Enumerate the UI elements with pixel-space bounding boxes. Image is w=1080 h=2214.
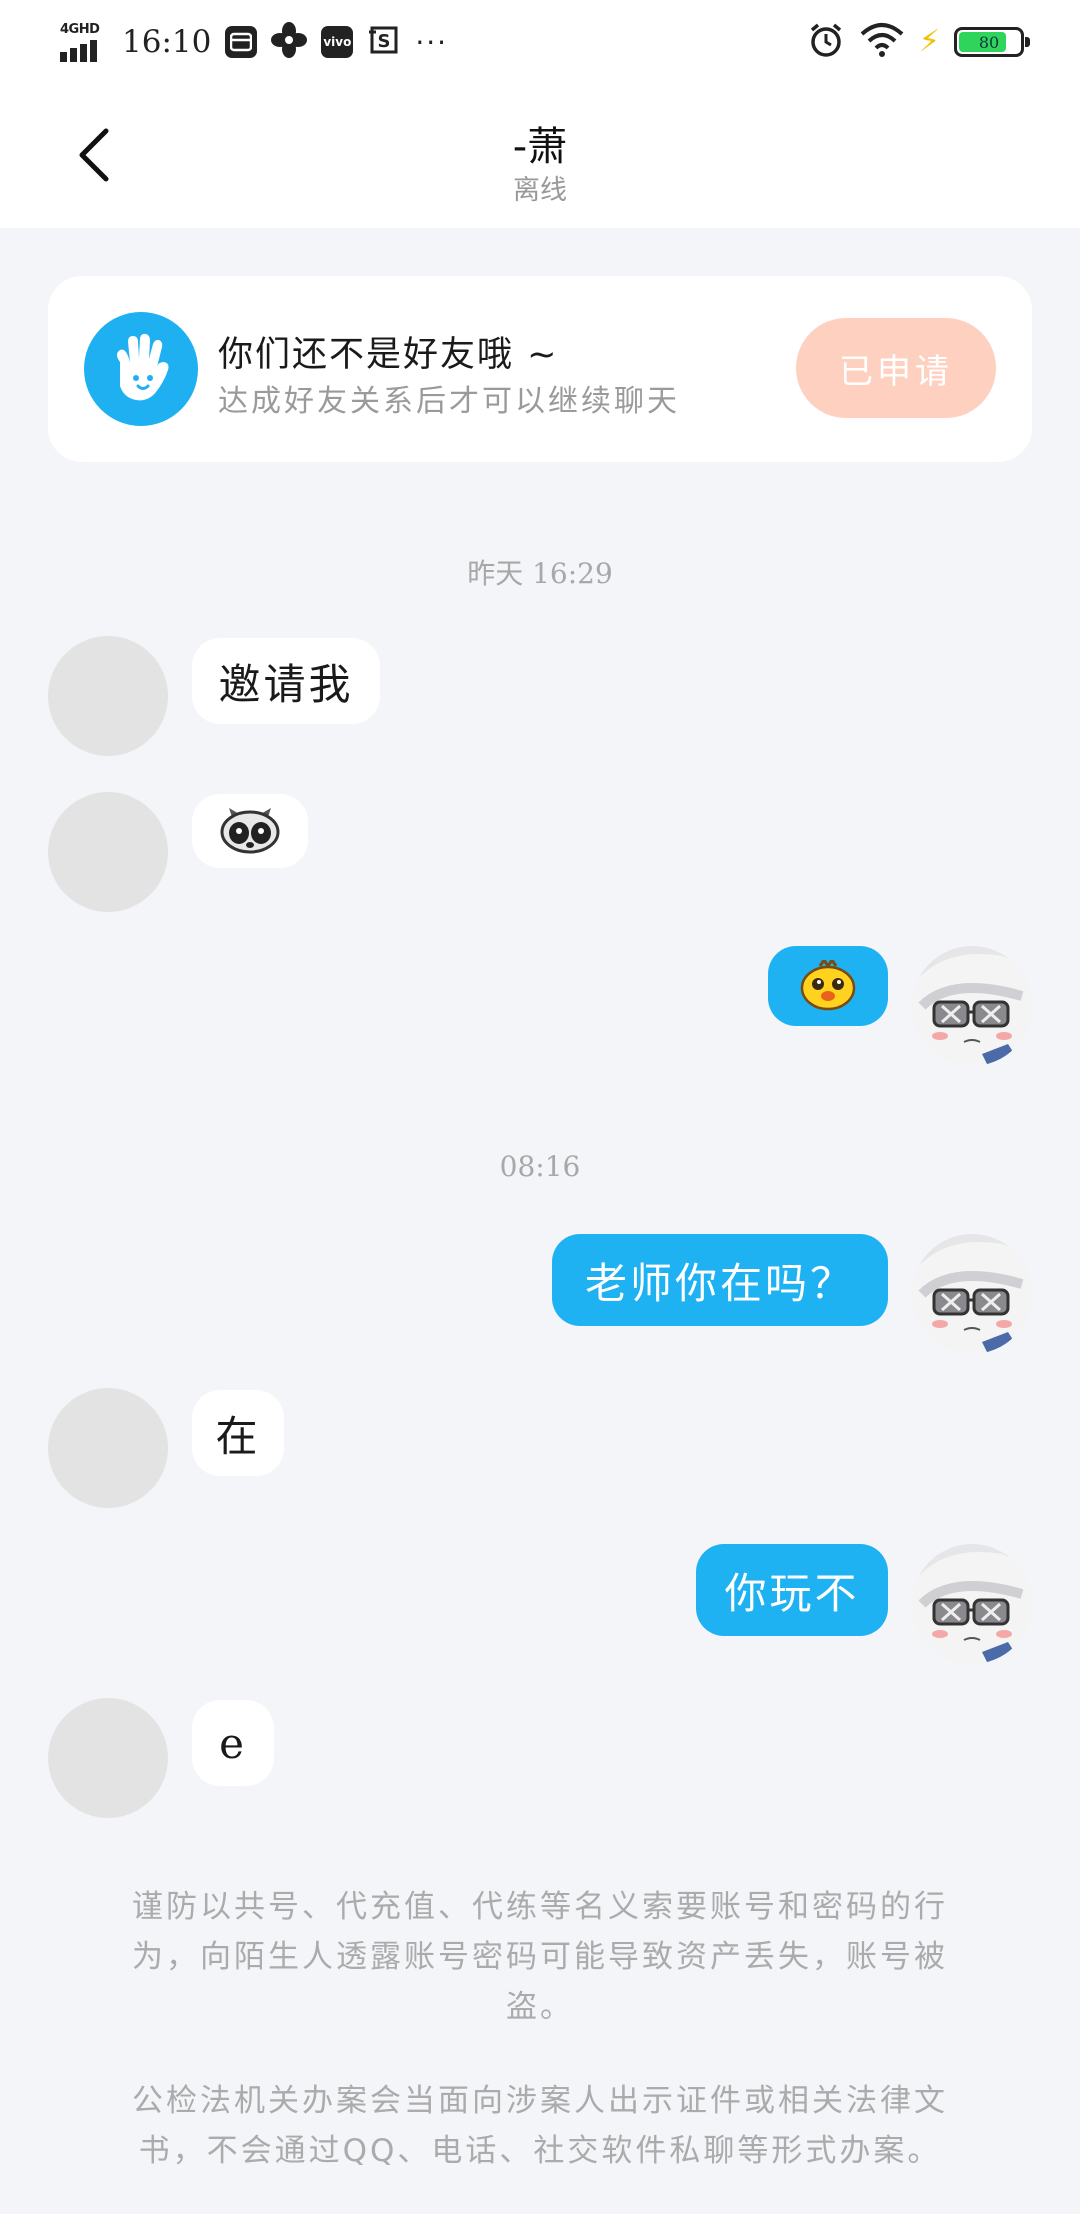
message-bubble-incoming[interactable]: 在 [192, 1390, 284, 1476]
message-bubble-incoming[interactable] [192, 794, 308, 868]
message-bubble-outgoing[interactable] [768, 946, 888, 1026]
my-avatar[interactable] [912, 946, 1032, 1066]
message-text: e [219, 1718, 247, 1768]
message-text: 老师你在吗？ [584, 1258, 855, 1308]
timestamp: 昨天 16:29 [467, 557, 613, 590]
charging-icon: ⚡ [918, 24, 940, 59]
security-warning: 谨防以共号、代充值、代练等名义索要账号和密码的行为，向陌生人透露账号密码可能导致… [132, 1889, 948, 2025]
contact-avatar[interactable] [48, 792, 168, 912]
legal-warning: 公检法机关办案会当面向涉案人出示证件或相关法律文书，不会通过QQ、电话、社交软件… [132, 2083, 948, 2169]
top-area: 4GHD 16:10 vivo S ··· ⚡ 80 -萧 离线 [0, 0, 1080, 228]
contact-avatar[interactable] [48, 1698, 168, 1818]
contact-status: 离线 [513, 175, 567, 206]
screenshot-app-icon: S [367, 23, 401, 61]
message-bubble-incoming[interactable]: 邀请我 [192, 638, 380, 724]
chat-header: -萧 离线 [0, 100, 1080, 228]
contact-avatar[interactable] [48, 636, 168, 756]
yellow-bird-emoji-icon [800, 960, 856, 1011]
raccoon-emoji-icon [220, 808, 280, 854]
notice-subtitle: 达成好友关系后才可以继续聊天 [218, 384, 680, 419]
more-notifications-icon: ··· [415, 25, 449, 59]
my-avatar[interactable] [912, 1234, 1032, 1354]
message-text: 你玩不 [724, 1568, 860, 1618]
contact-avatar[interactable] [48, 1388, 168, 1508]
battery-icon: 80 [954, 27, 1030, 57]
wifi-icon [859, 22, 905, 62]
signal-icon: 4GHD [60, 22, 104, 62]
battery-percent: 80 [978, 32, 1000, 52]
message-text: 邀请我 [218, 659, 354, 709]
friend-request-notice: 你们还不是好友哦 ~ 达成好友关系后才可以继续聊天 已申请 [48, 276, 1032, 462]
message-bubble-outgoing[interactable]: 老师你在吗？ [552, 1234, 888, 1326]
status-bar: 4GHD 16:10 vivo S ··· ⚡ 80 [0, 0, 1080, 84]
my-avatar[interactable] [912, 1544, 1032, 1664]
wave-hand-icon [84, 312, 198, 426]
message-text: 在 [215, 1411, 261, 1461]
contact-name: -萧 [512, 124, 568, 170]
svg-text:S: S [378, 31, 391, 52]
message-bubble-incoming[interactable]: e [192, 1700, 274, 1786]
notice-title: 你们还不是好友哦 ~ [218, 335, 559, 375]
fan-app-icon [271, 22, 308, 62]
applied-button[interactable]: 已申请 [796, 318, 996, 418]
vivo-app-icon: vivo [321, 26, 354, 58]
network-type: 4GHD [60, 22, 100, 37]
status-time: 16:10 [122, 24, 212, 60]
timestamp: 08:16 [499, 1150, 581, 1183]
alarm-icon [807, 21, 845, 63]
card-app-icon [225, 26, 258, 58]
message-bubble-outgoing[interactable]: 你玩不 [696, 1544, 888, 1636]
